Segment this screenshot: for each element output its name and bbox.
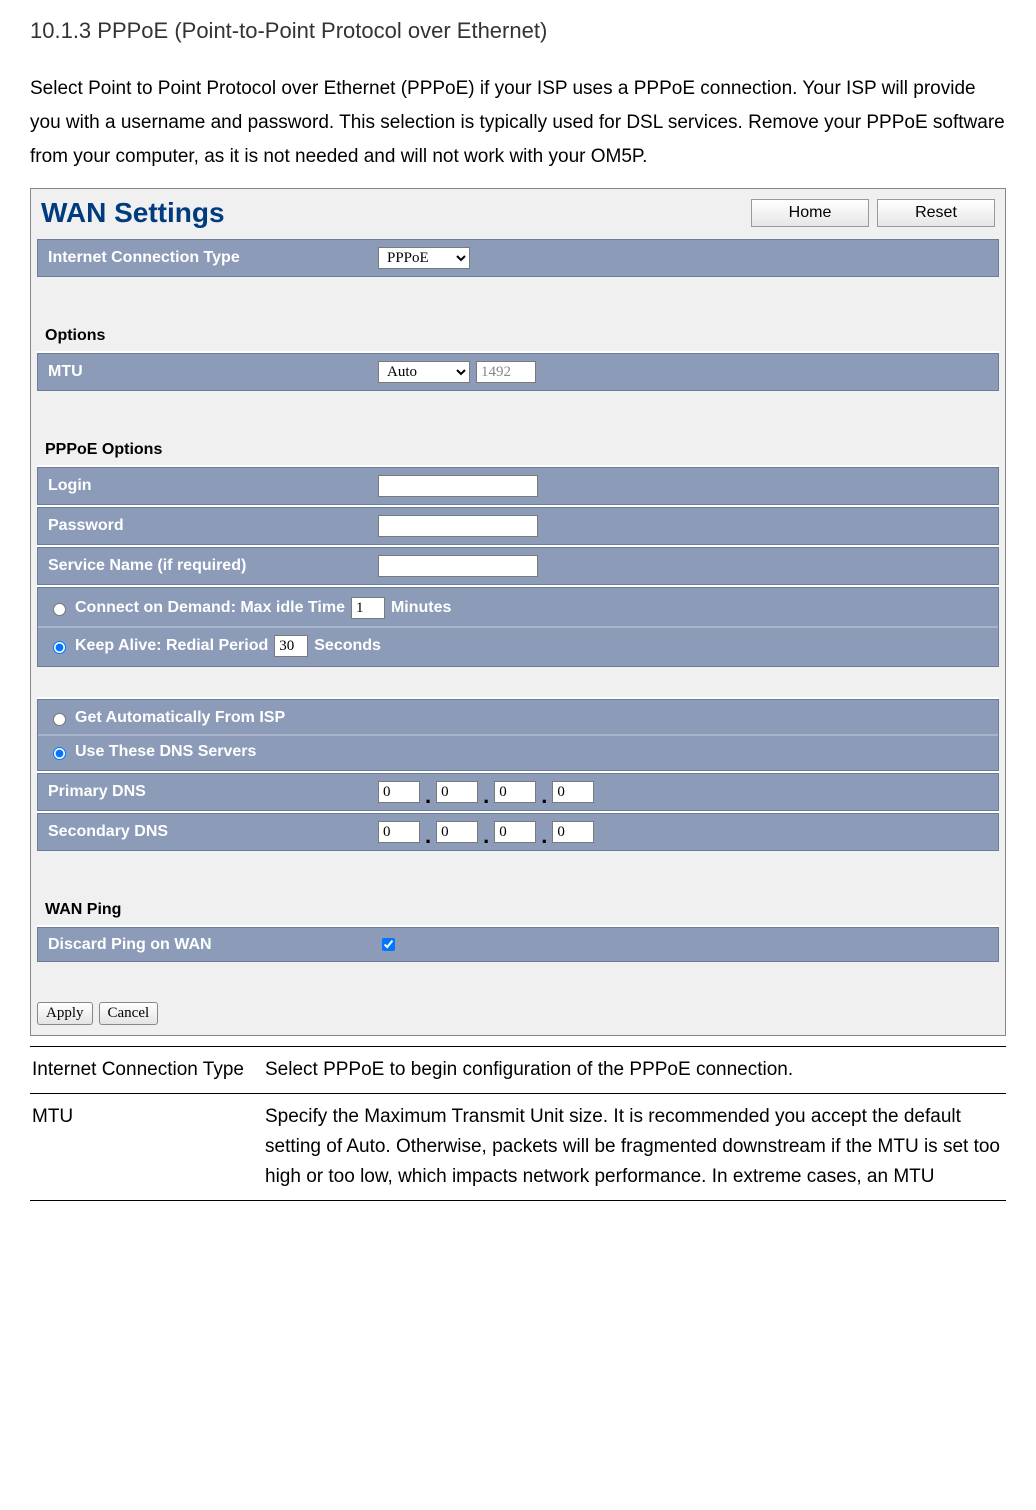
- apply-button[interactable]: Apply: [37, 1002, 93, 1025]
- def-term: Internet Connection Type: [30, 1047, 263, 1094]
- panel-title: WAN Settings: [41, 197, 225, 229]
- login-input[interactable]: [378, 475, 538, 497]
- max-idle-time-input[interactable]: [351, 597, 385, 619]
- definitions-table: Internet Connection Type Select PPPoE to…: [30, 1046, 1006, 1201]
- discard-ping-checkbox[interactable]: [382, 938, 395, 951]
- redial-period-input[interactable]: [274, 635, 308, 657]
- home-button[interactable]: Home: [751, 199, 869, 227]
- primary-dns-octet-4[interactable]: [552, 781, 594, 803]
- password-input[interactable]: [378, 515, 538, 537]
- secondary-dns-octet-3[interactable]: [494, 821, 536, 843]
- dot-icon: .: [540, 833, 548, 839]
- connection-type-select[interactable]: PPPoE: [378, 247, 470, 269]
- def-description: Specify the Maximum Transmit Unit size. …: [263, 1094, 1006, 1201]
- dns-manual-radio[interactable]: [53, 747, 66, 760]
- dns-auto-label: Get Automatically From ISP: [75, 709, 285, 727]
- section-heading: 10.1.3 PPPoE (Point-to-Point Protocol ov…: [30, 18, 1006, 44]
- dns-auto-radio[interactable]: [53, 713, 66, 726]
- connect-on-demand-suffix: Minutes: [391, 599, 451, 617]
- dot-icon: .: [424, 833, 432, 839]
- connect-on-demand-prefix: Connect on Demand: Max idle Time: [75, 599, 345, 617]
- secondary-dns-octet-1[interactable]: [378, 821, 420, 843]
- connect-on-demand-radio[interactable]: [53, 603, 66, 616]
- secondary-dns-octet-4[interactable]: [552, 821, 594, 843]
- primary-dns-label: Primary DNS: [48, 783, 378, 801]
- pppoe-options-heading: PPPoE Options: [37, 391, 999, 465]
- def-term: MTU: [30, 1094, 263, 1201]
- wan-settings-panel: WAN Settings Home Reset Internet Connect…: [30, 188, 1006, 1036]
- keep-alive-suffix: Seconds: [314, 637, 381, 655]
- mtu-label: MTU: [48, 363, 378, 381]
- password-label: Password: [48, 517, 378, 535]
- secondary-dns-label: Secondary DNS: [48, 823, 378, 841]
- dot-icon: .: [424, 793, 432, 799]
- discard-ping-label: Discard Ping on WAN: [48, 936, 378, 954]
- dot-icon: .: [482, 833, 490, 839]
- connection-mode-group: Connect on Demand: Max idle Time Minutes…: [37, 587, 999, 667]
- options-heading: Options: [37, 277, 999, 351]
- mtu-mode-select[interactable]: Auto: [378, 361, 470, 383]
- connection-type-label: Internet Connection Type: [48, 249, 378, 267]
- reset-button[interactable]: Reset: [877, 199, 995, 227]
- dns-mode-group: Get Automatically From ISP Use These DNS…: [37, 699, 999, 771]
- dns-manual-label: Use These DNS Servers: [75, 743, 256, 761]
- keep-alive-radio[interactable]: [53, 641, 66, 654]
- def-description: Select PPPoE to begin configuration of t…: [263, 1047, 1006, 1094]
- login-label: Login: [48, 477, 378, 495]
- dot-icon: .: [482, 793, 490, 799]
- keep-alive-prefix: Keep Alive: Redial Period: [75, 637, 268, 655]
- service-name-label: Service Name (if required): [48, 557, 378, 575]
- dot-icon: .: [540, 793, 548, 799]
- wan-ping-heading: WAN Ping: [37, 851, 999, 925]
- cancel-button[interactable]: Cancel: [99, 1002, 159, 1025]
- intro-paragraph: Select Point to Point Protocol over Ethe…: [30, 72, 1006, 174]
- mtu-value-input[interactable]: [476, 361, 536, 383]
- service-name-input[interactable]: [378, 555, 538, 577]
- primary-dns-octet-1[interactable]: [378, 781, 420, 803]
- primary-dns-octet-2[interactable]: [436, 781, 478, 803]
- primary-dns-octet-3[interactable]: [494, 781, 536, 803]
- secondary-dns-octet-2[interactable]: [436, 821, 478, 843]
